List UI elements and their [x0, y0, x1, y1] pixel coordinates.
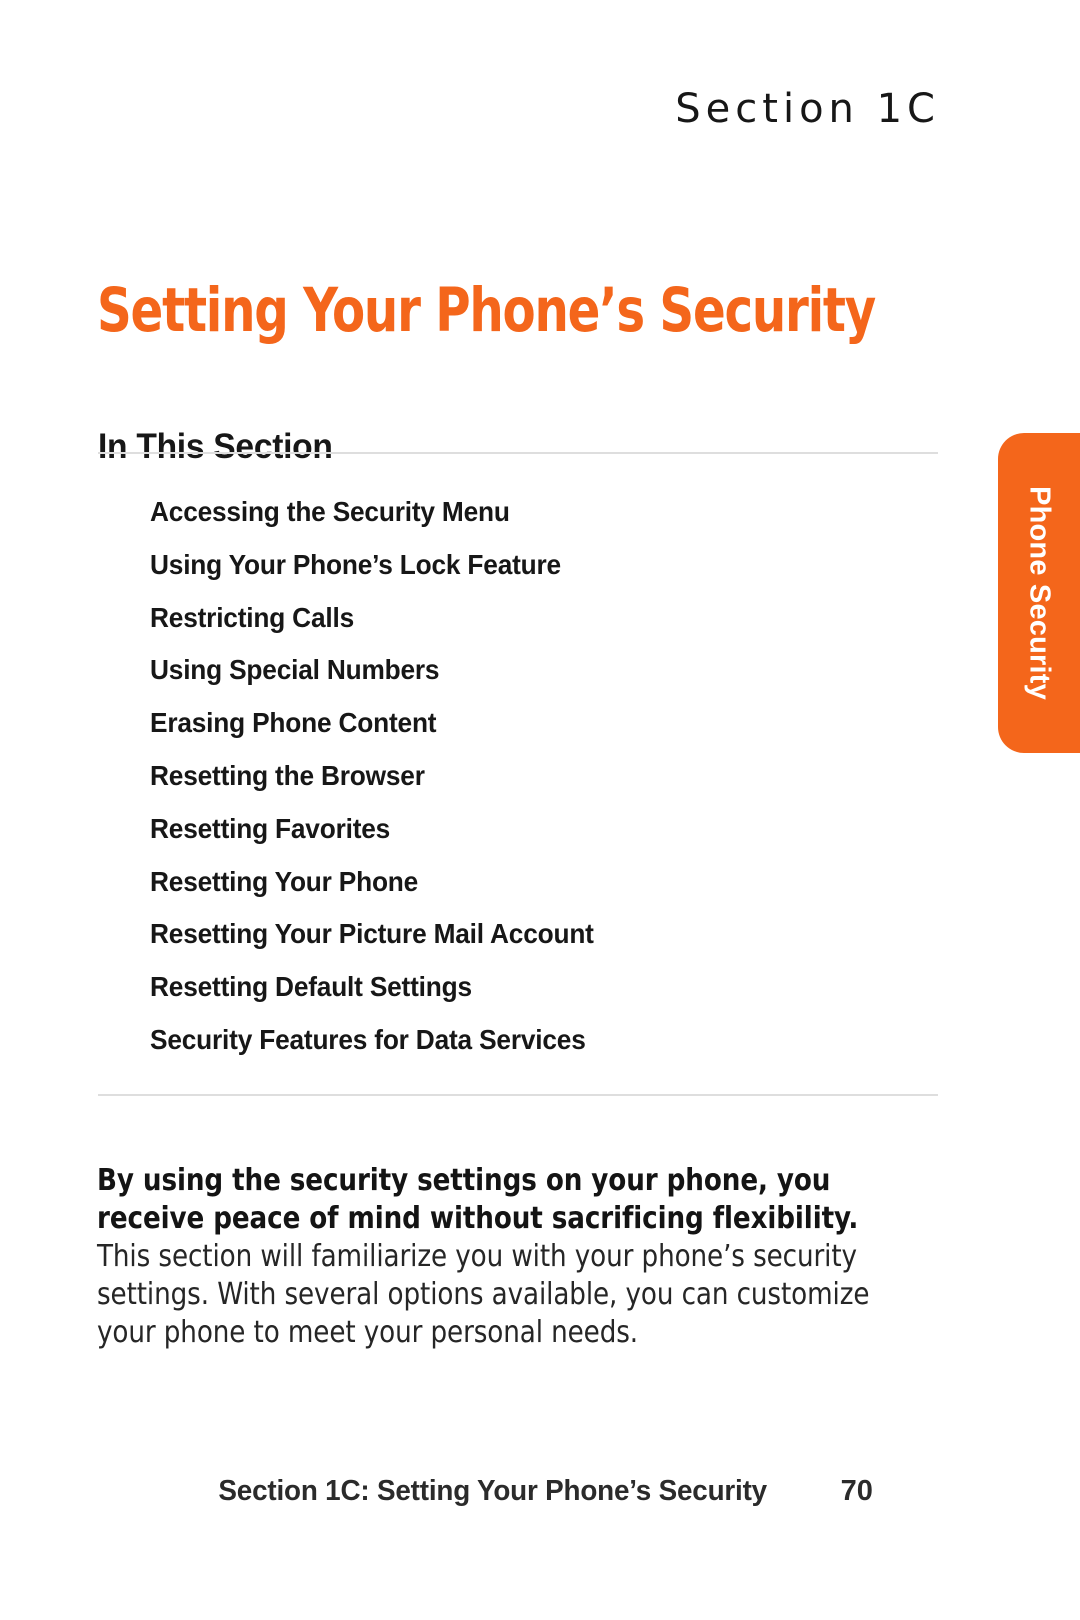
list-item: Restricting Calls — [150, 601, 354, 633]
page-title: Setting Your Phone’s Security — [97, 274, 876, 346]
intro-paragraph-lead: By using the security settings on your p… — [97, 1162, 859, 1236]
list-item: Resetting the Browser — [150, 759, 425, 791]
list-item: Resetting Favorites — [150, 812, 391, 844]
list-item: Using Special Numbers — [150, 654, 440, 686]
list-item: Security Features for Data Services — [150, 1023, 586, 1055]
document-page: Section 1C Setting Your Phone’s Security… — [0, 0, 1080, 1620]
footer-title: Section 1C: Setting Your Phone’s Securit… — [218, 1475, 768, 1507]
in-this-section-heading: In This Section — [98, 427, 333, 467]
list-item: Resetting Your Picture Mail Account — [150, 918, 594, 950]
side-tab-phone-security: Phone Security — [998, 433, 1080, 753]
intro-paragraph: By using the security settings on your p… — [97, 1162, 890, 1353]
list-item: Accessing the Security Menu — [150, 496, 510, 527]
divider-bottom — [98, 1094, 938, 1096]
intro-paragraph-rest: This section will familiarize you with y… — [97, 1238, 870, 1351]
list-item: Using Your Phone’s Lock Feature — [150, 548, 561, 580]
list-item: Resetting Your Phone — [150, 865, 419, 897]
footer-page-number: 70 — [840, 1475, 873, 1507]
page-footer: Section 1C: Setting Your Phone’s Securit… — [0, 1475, 1080, 1508]
section-eyebrow: Section 1C — [675, 86, 940, 132]
in-this-section-list: Accessing the Security Menu Using Your P… — [150, 486, 950, 1067]
list-item: Erasing Phone Content — [150, 707, 437, 739]
divider-top — [98, 452, 938, 454]
list-item: Resetting Default Settings — [150, 971, 472, 1003]
side-tab-label: Phone Security — [1023, 486, 1056, 700]
